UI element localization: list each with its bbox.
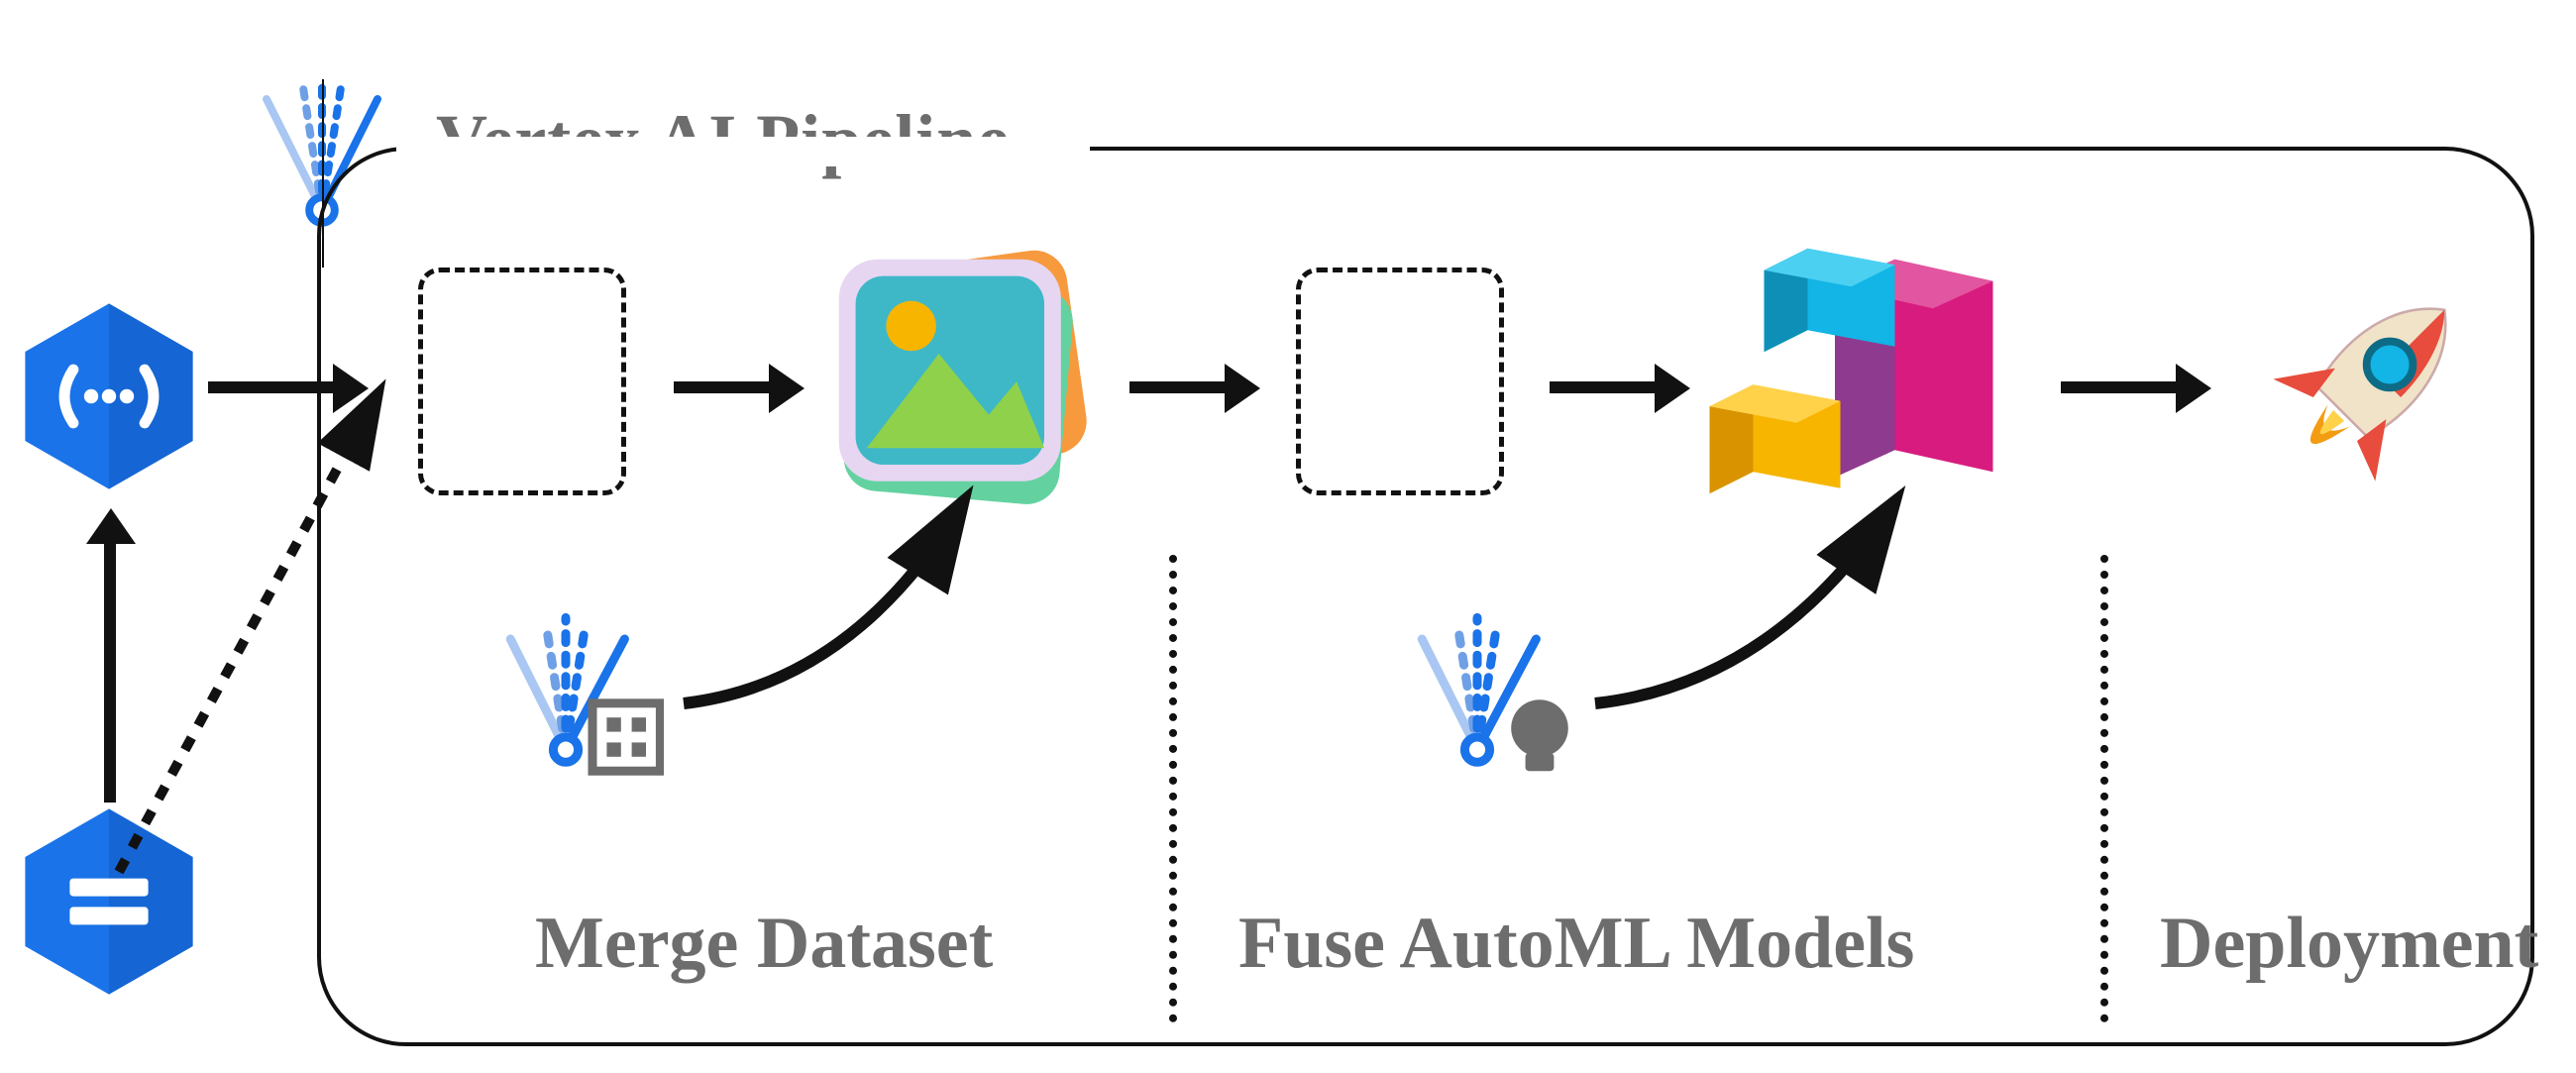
arrow-step2-to-model — [1550, 381, 1659, 393]
arrow-storage-to-step1-dashed — [109, 376, 396, 892]
section-divider-2 — [2100, 555, 2108, 1022]
arrow-image-to-step2 — [1129, 381, 1229, 393]
label-deployment: Deployment — [2160, 902, 2538, 986]
rocket-icon — [2239, 258, 2497, 515]
vertex-dataset-source-icon — [485, 585, 664, 783]
vertex-stem-line — [322, 79, 324, 268]
label-fuse-automl: Fuse AutoML Models — [1238, 902, 1914, 986]
vertex-model-source-icon — [1397, 585, 1575, 783]
arrow-merge-source-to-image — [674, 476, 991, 733]
step-box-merge-input — [418, 268, 626, 495]
step-box-fuse-input — [1296, 268, 1504, 495]
arrow-fuse-source-to-model — [1585, 476, 1922, 733]
arrow-step1-to-image — [674, 381, 773, 393]
arrow-model-to-deploy — [2061, 381, 2180, 393]
section-divider-1 — [1169, 555, 1177, 1022]
label-merge-dataset: Merge Dataset — [535, 902, 993, 986]
title-border-mask — [396, 137, 1090, 166]
